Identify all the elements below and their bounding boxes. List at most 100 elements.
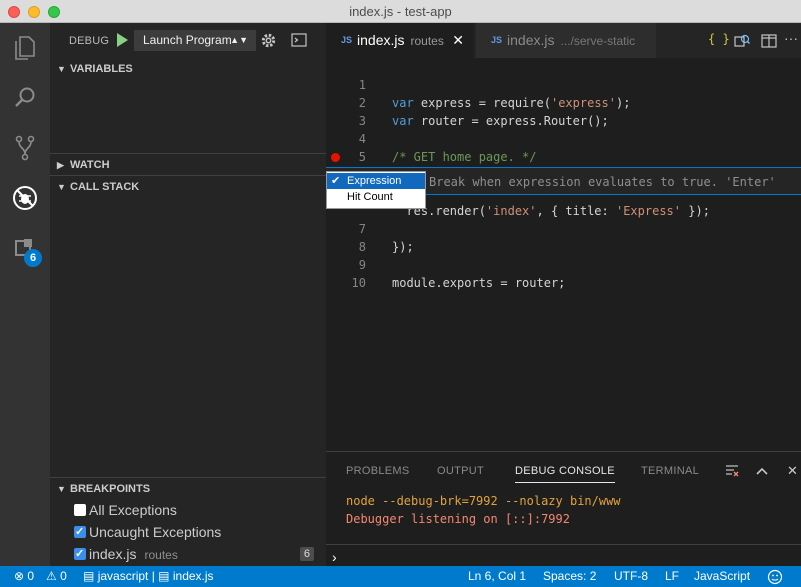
tab-terminal[interactable]: TERMINAL: [641, 465, 699, 477]
code-line: 9 module.exports = router;: [326, 238, 801, 290]
extensions-icon[interactable]: [0, 223, 50, 273]
error-count[interactable]: ⊗ 0: [14, 566, 34, 587]
warning-count[interactable]: ⚠ 0: [46, 566, 67, 587]
dropdown-option-expression[interactable]: ✔ Expression: [327, 173, 425, 189]
expanded-triangle-icon: ▼: [57, 64, 66, 74]
watch-section-title: WATCH: [70, 159, 110, 171]
feedback-icon[interactable]: [767, 566, 783, 587]
more-actions-icon[interactable]: ···: [784, 30, 798, 46]
breadcrumb[interactable]: ▤ javascript | ▤ index.js: [83, 566, 214, 587]
launch-configuration-select[interactable]: Launch Program ▲▼: [134, 30, 256, 51]
console-divider: [326, 544, 801, 545]
close-icon[interactable]: ✕: [452, 23, 464, 58]
console-output-line: node --debug-brk=7992 --nolazy bin/www: [346, 494, 621, 508]
debug-label: DEBUG: [69, 35, 110, 47]
title-bar: index.js - test-app: [0, 0, 801, 23]
condition-input[interactable]: Break when expression evaluates to true.…: [429, 172, 779, 192]
code-line: 10: [326, 256, 801, 290]
tab-label: index.js: [507, 32, 555, 48]
code-line: 1 var express = require('express');: [326, 58, 801, 110]
code-line: 2 var router = express.Router();: [326, 76, 801, 128]
breakpoint-label: All Exceptions: [89, 502, 177, 518]
open-changes-icon[interactable]: [734, 33, 750, 52]
warning-icon: ⚠: [46, 569, 57, 583]
close-panel-icon[interactable]: ✕: [787, 463, 798, 479]
breadcrumb-file: index.js: [172, 569, 214, 583]
bottom-panel: PROBLEMS OUTPUT DEBUG CONSOLE TERMINAL ✕…: [326, 451, 801, 566]
code-line-breakpoint: 6 res.render('index', { title: 'Express'…: [326, 148, 801, 218]
breakpoints-section-title: BREAKPOINTS: [70, 483, 151, 495]
check-icon: ✔: [331, 175, 341, 187]
maximize-panel-icon[interactable]: [755, 464, 769, 481]
extensions-badge: 6: [24, 249, 42, 267]
breadcrumb-language: javascript: [97, 569, 149, 583]
breakpoint-icon[interactable]: [331, 153, 340, 162]
expanded-triangle-icon: ▼: [57, 182, 66, 192]
index-js-breakpoint-checkbox[interactable]: [74, 543, 86, 565]
breakpoint-row-all-exceptions[interactable]: All Exceptions: [50, 499, 326, 521]
breakpoint-line-badge: 6: [299, 547, 314, 561]
option-label: Hit Count: [347, 191, 393, 203]
breakpoint-row-index-js[interactable]: index.js routes 6: [50, 543, 326, 565]
encoding[interactable]: UTF-8: [614, 566, 648, 587]
code-line: 5 router.get('/', function(req, res, nex…: [326, 130, 801, 182]
tab-index-js-serve-static[interactable]: JS index.js .../serve-static: [476, 23, 656, 58]
console-prompt[interactable]: ›: [332, 549, 337, 565]
console-output-line: Debugger listening on [::]:7992: [346, 512, 570, 526]
code-line: 3: [326, 94, 801, 128]
status-bar: ⊗ 0 ⚠ 0 ▤ javascript | ▤ index.js Ln 6, …: [0, 566, 801, 587]
condition-type-dropdown[interactable]: ✔ Expression Hit Count: [326, 171, 426, 209]
call-stack-section-title: CALL STACK: [70, 181, 140, 193]
code-text: module.exports = router;: [392, 276, 566, 290]
clear-console-icon[interactable]: [725, 464, 739, 481]
line-number: 10: [351, 276, 366, 290]
start-debugging-icon[interactable]: [115, 32, 129, 51]
launch-configuration-value: Launch Program: [143, 33, 232, 47]
breakpoint-folder: routes: [144, 548, 178, 562]
tab-debug-console[interactable]: DEBUG CONSOLE: [515, 465, 615, 483]
source-control-icon[interactable]: [0, 123, 50, 173]
call-stack-section-header[interactable]: ▼ CALL STACK: [50, 175, 326, 197]
gear-icon[interactable]: [260, 32, 277, 52]
breakpoint-file: index.js: [89, 546, 137, 562]
warning-count-value: 0: [60, 569, 67, 583]
indentation[interactable]: Spaces: 2: [543, 566, 596, 587]
debug-sidebar: DEBUG Launch Program ▲▼ ▼ VARIABLES ▶ WA…: [50, 23, 326, 566]
split-editor-icon[interactable]: [761, 33, 777, 52]
expanded-triangle-icon: ▼: [57, 484, 66, 494]
error-icon: ⊗: [14, 569, 25, 583]
tab-problems[interactable]: PROBLEMS: [346, 465, 410, 477]
file-icon: ▤: [83, 569, 95, 583]
activity-bar: 6: [0, 23, 50, 566]
option-label: Expression: [347, 175, 402, 187]
tab-label: index.js: [357, 32, 405, 48]
code-editor[interactable]: 1 var express = require('express'); 2 va…: [326, 58, 801, 451]
cursor-position[interactable]: Ln 6, Col 1: [468, 566, 526, 587]
language-mode[interactable]: JavaScript: [694, 566, 750, 587]
explorer-icon[interactable]: [0, 23, 50, 73]
chevron-down-icon: ▲▼: [230, 35, 248, 45]
end-of-line[interactable]: LF: [665, 566, 679, 587]
all-exceptions-checkbox[interactable]: [74, 504, 86, 516]
debug-icon[interactable]: [0, 173, 50, 223]
editor-tabs: JS index.js routes ✕ JS index.js .../serve-s…: [326, 23, 801, 58]
variables-section-title: VARIABLES: [70, 63, 133, 75]
debug-toolbar: DEBUG Launch Program ▲▼: [50, 23, 326, 58]
variables-section-header[interactable]: ▼ VARIABLES: [50, 58, 326, 80]
error-count-value: 0: [27, 569, 35, 583]
dropdown-option-hit-count[interactable]: Hit Count: [327, 189, 425, 205]
tab-description: .../serve-static: [560, 34, 636, 48]
code-line: 4 /* GET home page. */: [326, 112, 801, 164]
uncaught-exceptions-checkbox[interactable]: [74, 521, 86, 543]
search-icon[interactable]: [0, 73, 50, 123]
watch-section-header[interactable]: ▶ WATCH: [50, 153, 326, 175]
breakpoints-section-header[interactable]: ▼ BREAKPOINTS: [50, 477, 326, 499]
debug-console-icon[interactable]: [291, 33, 307, 50]
breakpoint-row-uncaught-exceptions[interactable]: Uncaught Exceptions: [50, 521, 326, 543]
js-file-icon: JS: [491, 35, 503, 45]
window-title: index.js - test-app: [349, 4, 452, 19]
js-file-icon: JS: [341, 35, 353, 45]
curly-braces-icon[interactable]: { }: [708, 32, 730, 46]
tab-output[interactable]: OUTPUT: [437, 465, 484, 477]
tab-index-js-routes[interactable]: JS index.js routes ✕: [326, 23, 474, 58]
